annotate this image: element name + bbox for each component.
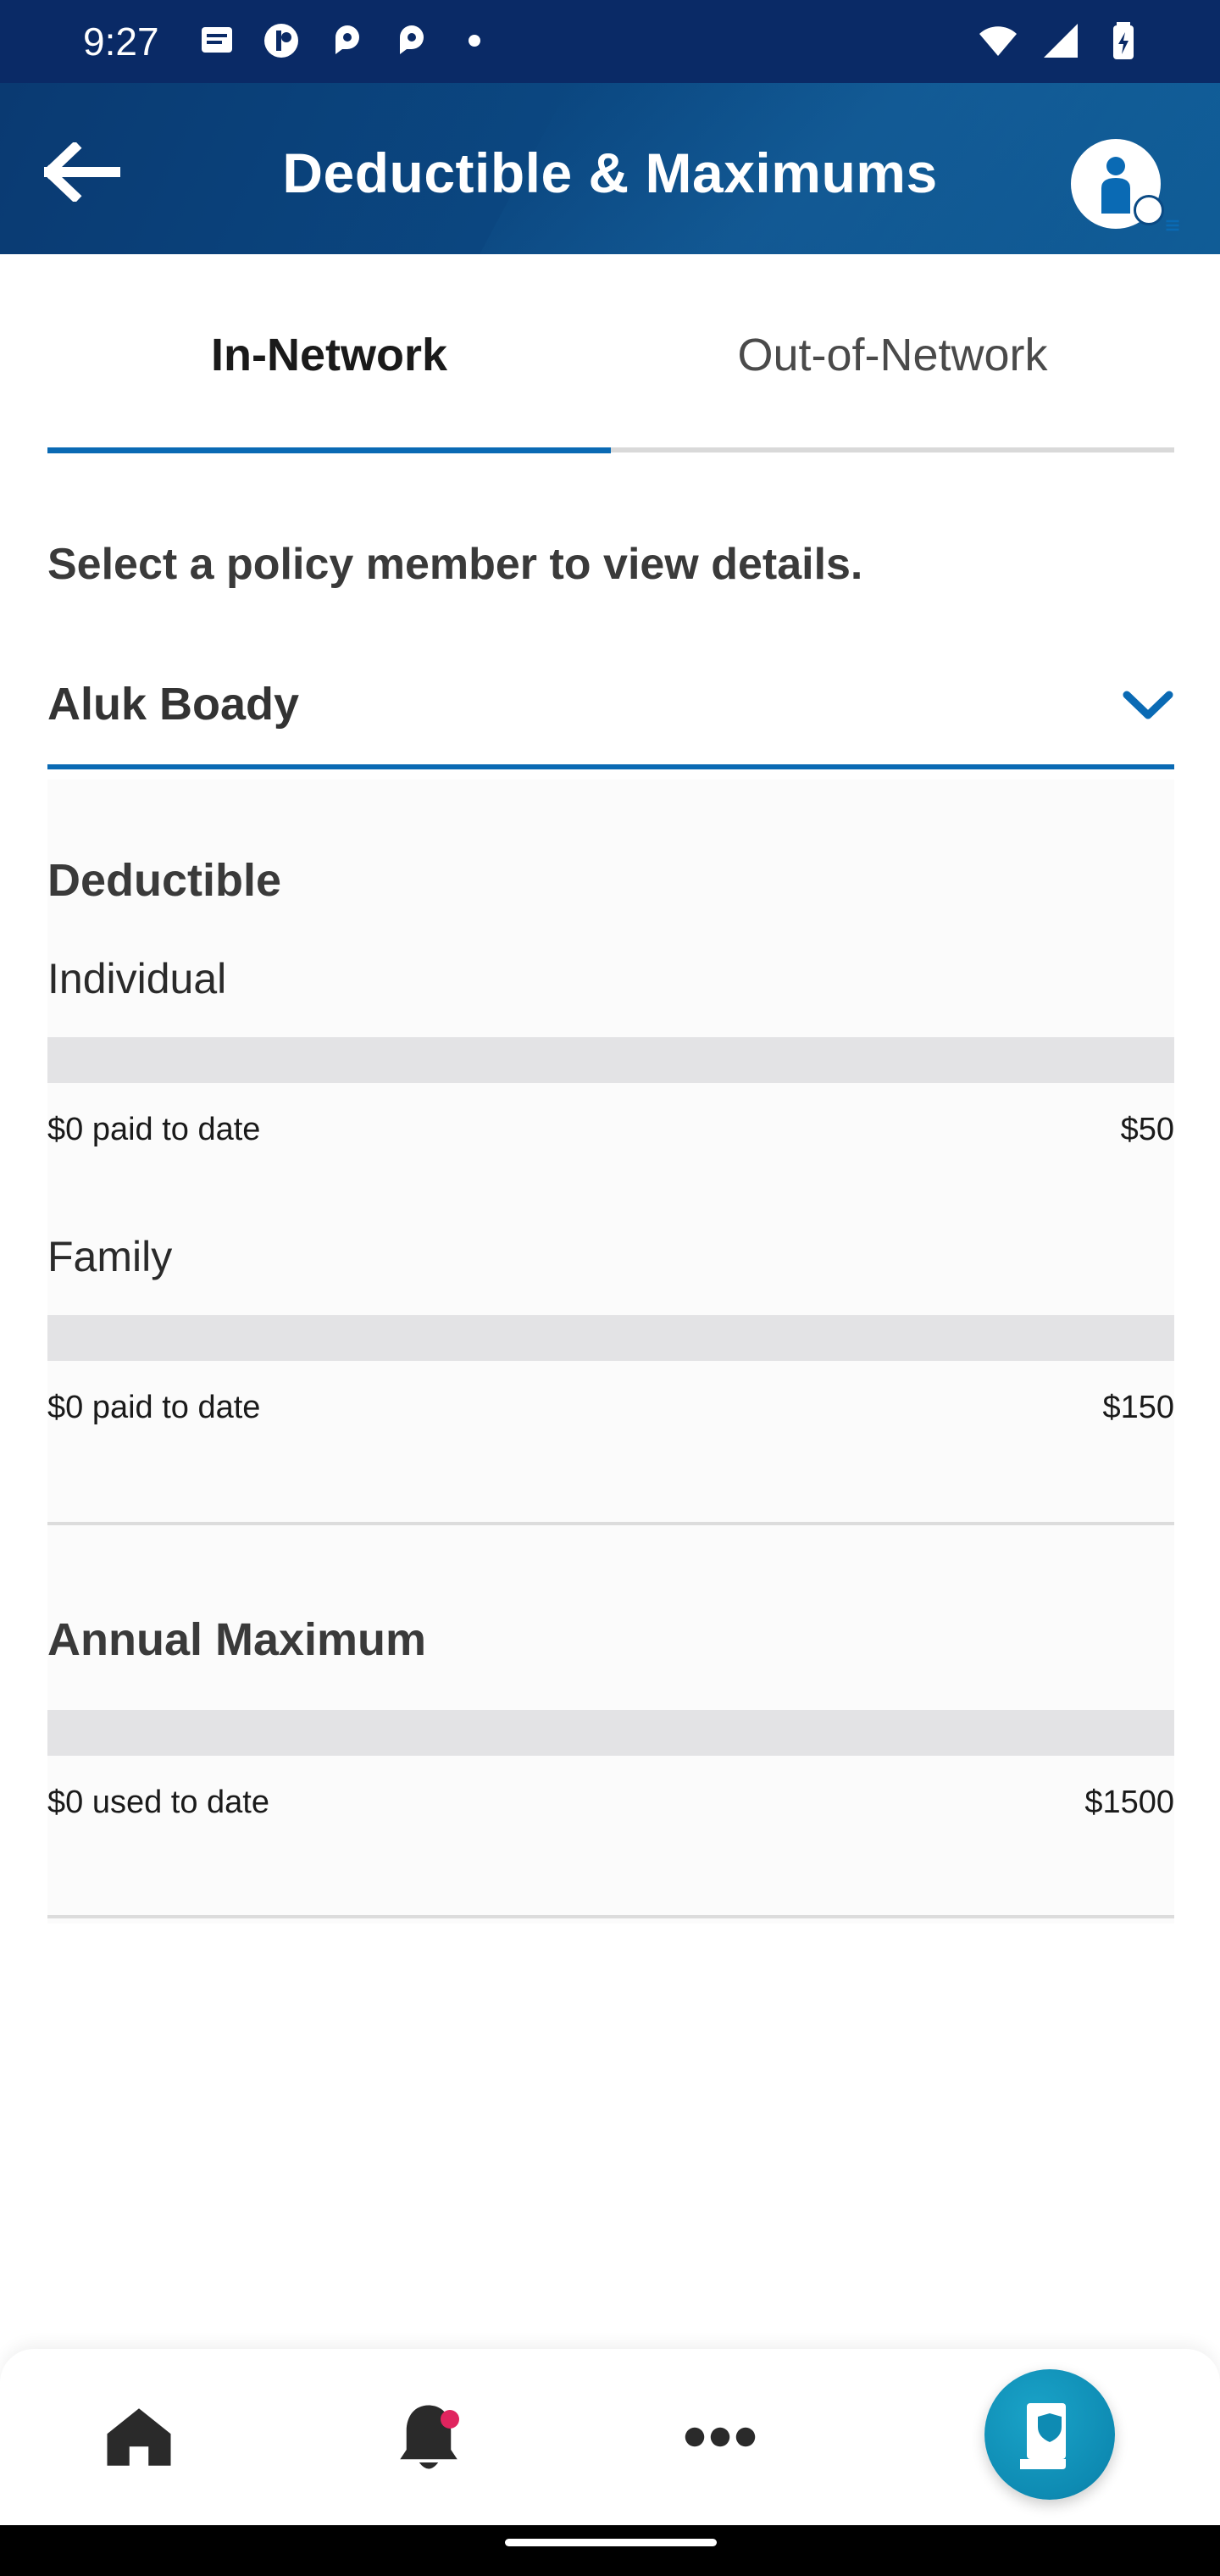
nav-home[interactable] [80,2349,198,2525]
person-icon [1101,157,1130,214]
app-icon [390,20,430,61]
individual-paid: $0 paid to date [47,1112,261,1147]
annual-maximum-title: Annual Maximum [47,1614,427,1665]
nav-notifications[interactable] [369,2349,488,2525]
bell-icon [400,2405,458,2469]
annual-maximum-used: $0 used to date [47,1785,269,1820]
member-prompt: Select a policy member to view details. [47,540,863,589]
status-notification-icons [197,20,495,61]
tab-underline [611,447,1174,452]
more-icon [685,2427,756,2447]
selected-member: Aluk Boady [47,679,300,730]
message-icon [197,20,237,61]
network-tabs: In-Network Out-of-Network [47,254,1174,456]
home-icon [107,2408,171,2466]
family-label: Family [47,1233,173,1280]
individual-progress-bar [47,1037,1174,1083]
notification-dot [441,2410,459,2429]
tab-in-network[interactable]: In-Network [47,254,611,456]
family-progress-bar [47,1315,1174,1361]
id-card-button[interactable] [984,2369,1115,2500]
gesture-bar [0,2525,1220,2576]
home-gesture-handle[interactable] [505,2539,717,2546]
deductible-title: Deductible [47,855,282,906]
nav-more[interactable] [661,2349,779,2525]
tab-out-of-network[interactable]: Out-of-Network [611,254,1174,456]
app-icon [325,20,366,61]
avatar [1071,139,1179,231]
signal-icon [1040,20,1081,61]
app-header: Deductible & Maximums [0,83,1220,254]
status-time: 9:27 [83,19,159,64]
chevron-down-icon [1122,686,1174,724]
status-bar: 9:27 [0,0,1220,83]
active-tab-indicator [47,447,611,453]
annual-maximum-progress-bar [47,1710,1174,1756]
individual-limit: $50 [1120,1112,1174,1147]
section-divider [47,1915,1174,1918]
status-system-icons [978,20,1144,61]
dot-icon [454,20,495,61]
id-card-icon [1020,2403,1066,2469]
profile-button[interactable] [1071,139,1179,231]
wifi-icon [978,20,1018,61]
app-icon [261,20,302,61]
individual-label: Individual [47,955,227,1002]
battery-icon [1103,20,1144,61]
family-limit: $150 [1102,1390,1174,1425]
member-dropdown[interactable]: Aluk Boady [47,661,1174,769]
section-divider [47,1522,1174,1525]
family-paid: $0 paid to date [47,1390,261,1425]
page-title: Deductible & Maximums [282,142,938,204]
annual-maximum-limit: $1500 [1084,1785,1174,1820]
menu-badge-icon [1134,195,1179,231]
